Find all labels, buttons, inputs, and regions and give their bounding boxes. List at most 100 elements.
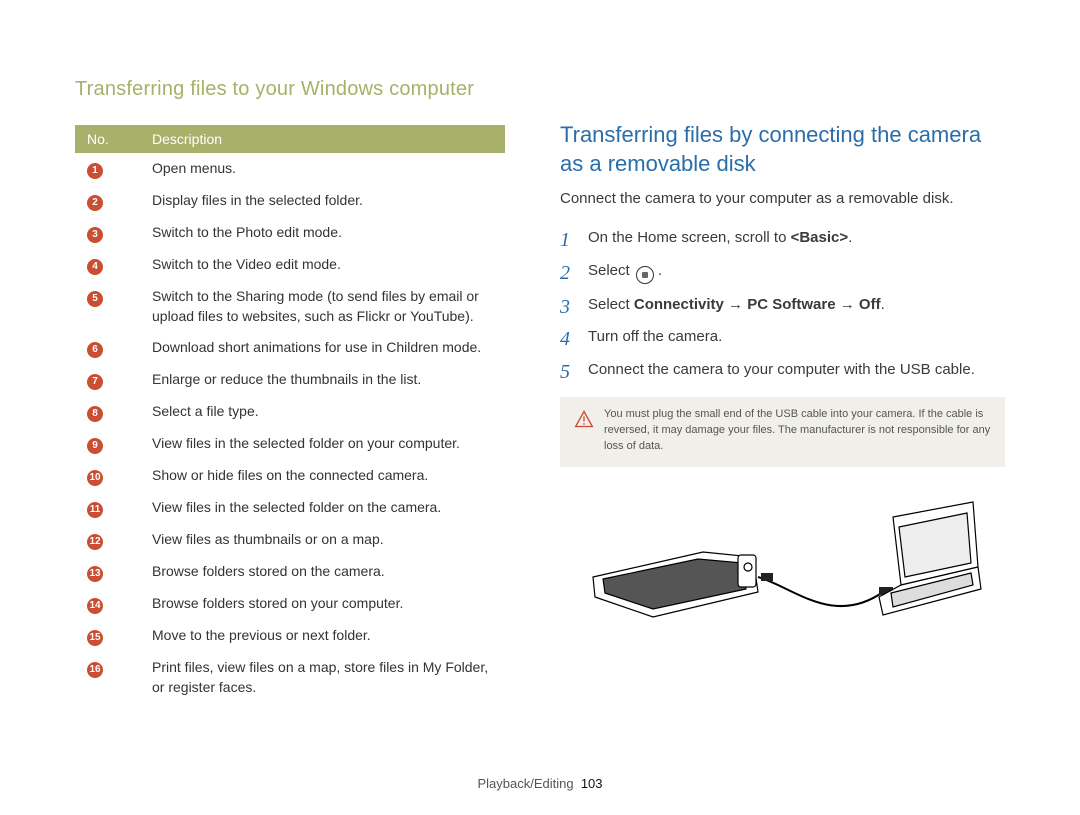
table-row: 12 View files as thumbnails or on a map. [75, 524, 505, 556]
row-number-cell: 3 [75, 217, 140, 249]
row-description: Switch to the Video edit mode. [140, 249, 505, 281]
step-2-text-pre: Select [588, 262, 634, 279]
camera-laptop-diagram [560, 497, 1005, 647]
step-3-arrow2: → [836, 296, 859, 313]
th-description: Description [140, 125, 505, 153]
table-row: 7 Enlarge or reduce the thumbnails in the… [75, 364, 505, 396]
number-badge-icon: 11 [87, 502, 103, 518]
number-badge-icon: 9 [87, 438, 103, 454]
table-row: 9 View files in the selected folder on yo… [75, 428, 505, 460]
step-number: 3 [560, 292, 570, 322]
number-badge-icon: 13 [87, 566, 103, 582]
step-1-bold: <Basic> [791, 229, 849, 246]
row-description: Browse folders stored on your computer. [140, 588, 505, 620]
number-badge-icon: 3 [87, 227, 103, 243]
step-number: 1 [560, 225, 570, 255]
section-intro: Connect the camera to your computer as a… [560, 188, 1005, 209]
footer-section: Playback/Editing [477, 776, 573, 791]
row-description: Enlarge or reduce the thumbnails in the … [140, 364, 505, 396]
table-row: 14 Browse folders stored on your computer… [75, 588, 505, 620]
row-number-cell: 1 [75, 153, 140, 185]
step-4-text: Turn off the camera. [588, 328, 722, 345]
row-number-cell: 13 [75, 556, 140, 588]
row-number-cell: 4 [75, 249, 140, 281]
row-description: Switch to the Sharing mode (to send file… [140, 281, 505, 332]
warning-note: You must plug the small end of the USB c… [560, 397, 1005, 467]
table-row: 5 Switch to the Sharing mode (to send fil… [75, 281, 505, 332]
step-1-text-post: . [848, 229, 852, 246]
step-number: 2 [560, 258, 570, 288]
step-4: 4 Turn off the camera. [560, 326, 1005, 359]
step-1: 1 On the Home screen, scroll to <Basic>. [560, 227, 1005, 260]
number-badge-icon: 10 [87, 470, 103, 486]
table-row: 10 Show or hide files on the connected ca… [75, 460, 505, 492]
table-row: 11 View files in the selected folder on t… [75, 492, 505, 524]
step-3-post: . [881, 296, 885, 313]
row-number-cell: 14 [75, 588, 140, 620]
row-number-cell: 12 [75, 524, 140, 556]
number-badge-icon: 16 [87, 662, 103, 678]
number-badge-icon: 8 [87, 406, 103, 422]
table-row: 15 Move to the previous or next folder. [75, 620, 505, 652]
page-footer: Playback/Editing 103 [0, 776, 1080, 791]
number-badge-icon: 4 [87, 259, 103, 275]
row-description: Display files in the selected folder. [140, 185, 505, 217]
step-2-text-post: . [658, 262, 662, 279]
number-badge-icon: 2 [87, 195, 103, 211]
row-number-cell: 11 [75, 492, 140, 524]
step-3-pre: Select [588, 296, 634, 313]
section-title: Transferring files by connecting the cam… [560, 121, 1005, 178]
row-description: Show or hide files on the connected came… [140, 460, 505, 492]
settings-circle-icon [636, 266, 654, 284]
row-number-cell: 10 [75, 460, 140, 492]
number-badge-icon: 5 [87, 291, 103, 307]
step-5: 5 Connect the camera to your computer wi… [560, 359, 1005, 392]
description-table: No. Description 1 Open menus. 2 Display fil… [75, 125, 505, 703]
manual-page: Transferring files to your Windows compu… [0, 0, 1080, 815]
row-description: Browse folders stored on the camera. [140, 556, 505, 588]
table-row: 8 Select a file type. [75, 396, 505, 428]
row-description: Open menus. [140, 153, 505, 185]
row-number-cell: 2 [75, 185, 140, 217]
row-number-cell: 7 [75, 364, 140, 396]
table-row: 4 Switch to the Video edit mode. [75, 249, 505, 281]
table-row: 6 Download short animations for use in Ch… [75, 332, 505, 364]
step-number: 4 [560, 324, 570, 354]
number-badge-icon: 15 [87, 630, 103, 646]
row-description: View files as thumbnails or on a map. [140, 524, 505, 556]
content-columns: No. Description 1 Open menus. 2 Display fil… [75, 125, 1020, 703]
number-badge-icon: 7 [87, 374, 103, 390]
step-3-b2: PC Software [747, 296, 835, 313]
number-badge-icon: 1 [87, 163, 103, 179]
left-column: No. Description 1 Open menus. 2 Display fil… [75, 125, 505, 703]
step-3: 3 Select Connectivity → PC Software → Of… [560, 294, 1005, 327]
table-row: 13 Browse folders stored on the camera. [75, 556, 505, 588]
steps-list: 1 On the Home screen, scroll to <Basic>.… [560, 227, 1005, 391]
row-description: Switch to the Photo edit mode. [140, 217, 505, 249]
page-header-title: Transferring files to your Windows compu… [75, 78, 1020, 101]
th-no: No. [75, 125, 140, 153]
table-row: 16 Print files, view files on a map, stor… [75, 652, 505, 703]
number-badge-icon: 6 [87, 342, 103, 358]
row-description: Select a file type. [140, 396, 505, 428]
step-number: 5 [560, 357, 570, 387]
step-3-arrow1: → [724, 296, 747, 313]
number-badge-icon: 12 [87, 534, 103, 550]
warning-triangle-icon [574, 409, 594, 455]
row-description: Print files, view files on a map, store … [140, 652, 505, 703]
right-column: Transferring files by connecting the cam… [560, 125, 1005, 703]
row-description: View files in the selected folder on you… [140, 428, 505, 460]
row-number-cell: 15 [75, 620, 140, 652]
row-description: Move to the previous or next folder. [140, 620, 505, 652]
row-description: Download short animations for use in Chi… [140, 332, 505, 364]
step-5-text: Connect the camera to your computer with… [588, 361, 975, 378]
row-number-cell: 9 [75, 428, 140, 460]
step-3-b1: Connectivity [634, 296, 724, 313]
step-3-b3: Off [859, 296, 881, 313]
number-badge-icon: 14 [87, 598, 103, 614]
row-description: View files in the selected folder on the… [140, 492, 505, 524]
row-number-cell: 6 [75, 332, 140, 364]
table-row: 1 Open menus. [75, 153, 505, 185]
table-row: 3 Switch to the Photo edit mode. [75, 217, 505, 249]
row-number-cell: 8 [75, 396, 140, 428]
